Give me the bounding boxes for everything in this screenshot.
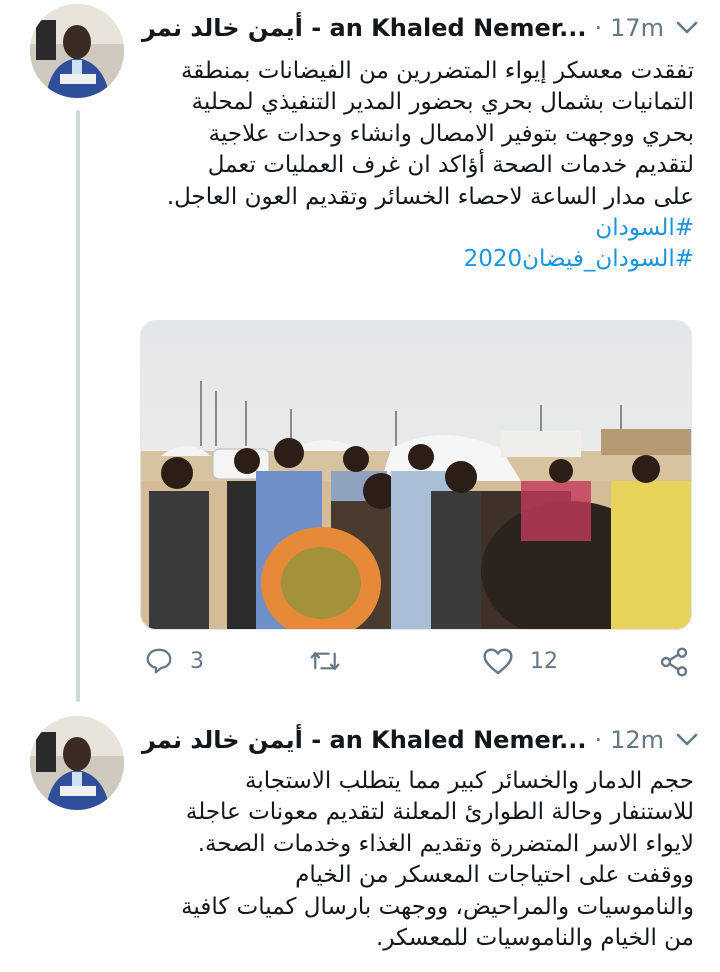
retweet-icon [310, 652, 340, 670]
tweet-text-line: للاستنفار وحالة الطوارئ المعلنة لتقديم م… [185, 799, 694, 826]
display-name[interactable]: أيمن خالد نمر - an Khaled Nemer... [142, 14, 587, 42]
reply-count: 3 [190, 648, 204, 674]
tweet-1[interactable]: أيمن خالد نمر - an Khaled Nemer... · 17m… [0, 0, 720, 700]
tweet-header: أيمن خالد نمر - an Khaled Nemer... · 12m [142, 712, 702, 768]
tweet-text-line: والناموسيات والمراحيض، ووجهت بارسال كميا… [181, 893, 694, 920]
timestamp[interactable]: 12m [610, 726, 664, 754]
tweet-text-line: على مدار الساعة لاحصاء الخسائر وتقديم ال… [166, 183, 694, 210]
display-name[interactable]: أيمن خالد نمر - an Khaled Nemer... [142, 726, 587, 754]
share-icon [660, 647, 688, 677]
like-button[interactable]: 12 [482, 646, 558, 676]
tweet-text-line: تفقدت معسكر إيواء المتضررين من الفيضانات… [180, 58, 694, 84]
tweet-text-line: لايواء الاسر المتضررة وتقديم الغذاء وخدم… [197, 830, 694, 857]
separator-dot: · [594, 14, 603, 42]
tweet-text-line: من الخيام والناموسيات للمعسكر. [376, 925, 694, 952]
tweet-2[interactable]: أيمن خالد نمر - an Khaled Nemer... · 12m… [0, 712, 720, 972]
reply-icon [146, 648, 172, 674]
tweet-text: حجم الدمار والخسائر كبير مما يتطلب الاست… [140, 766, 694, 954]
tweet-text: تفقدت معسكر إيواء المتضررين من الفيضانات… [140, 56, 694, 276]
tweet-actions: 3 12 [140, 646, 695, 686]
tweet-photo[interactable] [140, 320, 692, 630]
hashtag-link[interactable]: #السودان [595, 215, 694, 241]
avatar[interactable] [30, 4, 124, 98]
retweet-button[interactable] [308, 646, 358, 676]
chevron-down-icon[interactable] [672, 725, 702, 755]
tweet-text-line: بحري ووجهت بتوفير الامصال وانشاء وحدات ع… [208, 120, 694, 147]
chevron-down-icon[interactable] [672, 13, 702, 43]
like-icon [483, 648, 513, 675]
hashtag-link[interactable]: #السودان_فيضان2020 [464, 246, 694, 272]
tweet-text-line: حجم الدمار والخسائر كبير مما يتطلب الاست… [245, 768, 694, 794]
reply-button[interactable]: 3 [144, 646, 204, 676]
tweet-header: أيمن خالد نمر - an Khaled Nemer... · 17m [142, 0, 702, 56]
tweet-text-line: التمانيات بشمال بحري بحضور المدير التنفي… [191, 89, 694, 116]
avatar[interactable] [30, 716, 124, 810]
tweet-text-line: لتقديم خدمات الصحة أؤاكد ان غرف العمليات… [207, 152, 694, 179]
separator-dot: · [594, 726, 603, 754]
like-count: 12 [530, 648, 558, 674]
share-button[interactable] [658, 646, 690, 678]
tweet-text-line: ووقفت على احتياجات المعسكر من الخيام [295, 862, 694, 889]
timestamp[interactable]: 17m [610, 14, 664, 42]
